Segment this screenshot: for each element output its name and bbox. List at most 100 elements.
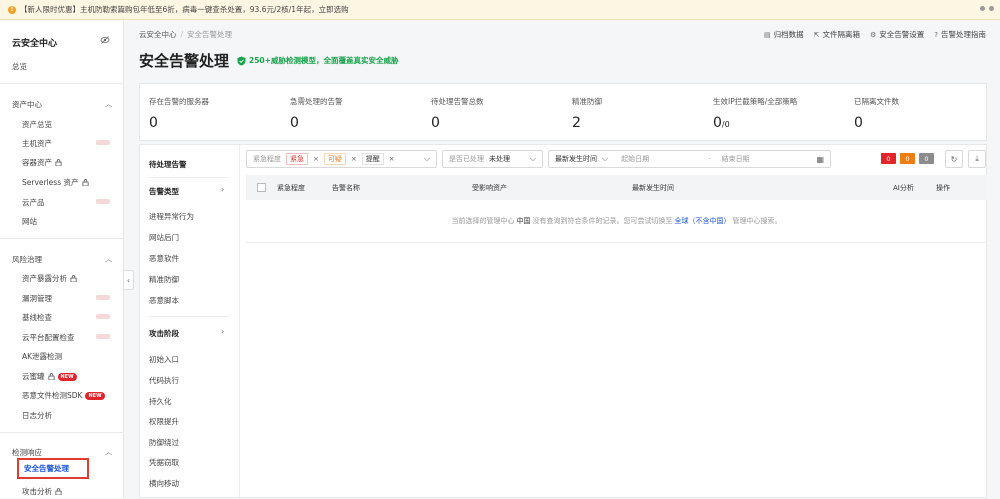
sidebar-item-asset-overview[interactable]: 资产总览 (22, 119, 52, 130)
handled-filter[interactable]: 是否已处理 未处理 ⌵ (442, 150, 543, 168)
start-date-input[interactable]: 起始日期 (621, 154, 649, 164)
dot-icon[interactable] (989, 6, 994, 11)
filter-label: 紧急程度 (253, 155, 281, 163)
sidebar-item-log-analysis[interactable]: 日志分析 (22, 410, 52, 421)
severity-filter[interactable]: 紧急程度 紧急 × 可疑 × 提醒 × ⌵ (246, 150, 437, 168)
sidebar-item-malicious-file-sdk[interactable]: 恶意文件检测SDK NEW (22, 390, 105, 401)
subnav-pending-alerts[interactable]: 待处理告警 (149, 159, 187, 170)
quarantine-box-link[interactable]: ⇱ 文件隔离箱 (814, 29, 860, 40)
column-latest-time[interactable]: 最新发生时间 (632, 183, 674, 193)
select-all-checkbox[interactable] (257, 183, 266, 192)
date-separator: - (708, 155, 711, 163)
stat-precise-defense[interactable]: 精准防御 2 (563, 84, 704, 140)
alert-settings-link[interactable]: ⚙ 安全告警设置 (870, 29, 924, 40)
sidebar-item-baseline-check[interactable]: 基线检查 (22, 312, 52, 323)
column-alert-name[interactable]: 告警名称 (332, 183, 360, 193)
group-label: 资产中心 (12, 100, 42, 109)
lock-icon (55, 488, 62, 495)
close-icon[interactable]: × (351, 155, 357, 163)
sidebar-group-risk-governance[interactable]: 风险治理 ︿ (12, 254, 112, 265)
sidebar-item-alert-handling[interactable]: 安全告警处理 (17, 458, 89, 479)
sidebar-item-attack-analysis[interactable]: 攻击分析 (22, 486, 62, 497)
blurred-badge (96, 314, 110, 319)
subnav-item[interactable]: 精准防御 (149, 274, 179, 285)
lock-icon (55, 159, 62, 166)
refresh-button[interactable]: ↻ (945, 150, 963, 168)
promo-banner[interactable]: ! 【新人限时优惠】主机防勒索篇购包年低至6折，病毒一键查杀处置，93.6元/2… (0, 0, 1000, 20)
tag-suspicious[interactable]: 可疑 (323, 153, 346, 165)
column-severity[interactable]: 紧急程度 (277, 183, 305, 193)
stat-urgent-alerts[interactable]: 急需处理的告警 0 (281, 84, 422, 140)
chevron-right-icon[interactable]: › (221, 185, 224, 194)
subnav-item[interactable]: 恶意脚本 (149, 295, 179, 306)
sidebar-item-container-assets[interactable]: 容器资产 (22, 157, 62, 168)
page-tagline: 250+威胁检测模型，全面覆盖真实安全威胁 (237, 55, 398, 66)
sidebar-group-asset-center[interactable]: 资产中心 ︿ (12, 99, 112, 110)
item-label: 资产暴露分析 (22, 274, 67, 283)
new-badge: NEW (57, 372, 77, 381)
tag-hint[interactable]: 提醒 (361, 153, 384, 165)
sidebar-item-serverless-assets[interactable]: Serverless 资产 (22, 177, 89, 188)
stat-value: 0 (149, 115, 158, 131)
urgent-count-badge[interactable]: 0 (881, 153, 896, 164)
link-label: 安全告警设置 (879, 30, 925, 39)
link-label: 文件隔离箱 (822, 30, 861, 39)
stat-servers-with-alerts[interactable]: 存在告警的服务器 0 (140, 84, 281, 140)
banner-window-controls[interactable] (980, 6, 994, 11)
download-button[interactable]: ⤓ (968, 150, 986, 168)
subnav-attack-stage-header[interactable]: 攻击阶段 (149, 328, 179, 339)
sidebar-item-cloud-products[interactable]: 云产品 (22, 197, 45, 208)
subnav-item[interactable]: 权限提升 (149, 416, 179, 427)
chevron-right-icon[interactable]: › (221, 327, 224, 336)
sidebar-item-honeypot[interactable]: 云蜜罐 NEW (22, 371, 77, 382)
end-date-input[interactable]: 结束日期 (722, 154, 750, 164)
breadcrumb-root[interactable]: 云安全中心 (139, 30, 177, 39)
stat-ip-block-policies[interactable]: 生效IP拦截策略/全部策略 0/0 (704, 84, 845, 140)
sidebar-item-ak-leak-detection[interactable]: AK泄露检测 (22, 351, 62, 362)
item-label: 攻击分析 (22, 487, 52, 496)
stat-label: 已隔离文件数 (854, 97, 899, 106)
subnav-item[interactable]: 进程异常行为 (149, 211, 194, 222)
calendar-icon[interactable]: ▦ (816, 155, 824, 164)
archive-data-link[interactable]: ▤ 归档数据 (764, 29, 804, 40)
alert-guide-link[interactable]: ? 告警处理指南 (934, 29, 986, 40)
breadcrumb-separator: / (180, 30, 184, 39)
subnav-alert-type-header[interactable]: 告警类型 (149, 186, 179, 197)
close-icon[interactable]: × (313, 155, 319, 163)
new-badge: NEW (85, 391, 105, 400)
stat-quarantined-files[interactable]: 已隔离文件数 0 (845, 84, 986, 140)
close-icon[interactable]: × (389, 155, 395, 163)
subnav-item[interactable]: 网站后门 (149, 232, 179, 243)
column-ai-analysis[interactable]: AI分析 (893, 183, 914, 193)
sidebar-item-websites[interactable]: 网站 (22, 216, 37, 227)
chevron-down-icon: ⌵ (529, 154, 536, 163)
tag-urgent[interactable]: 紧急 (286, 153, 308, 165)
sidebar-item-vulnerability-management[interactable]: 漏洞管理 (22, 293, 52, 304)
stat-value-suffix: /0 (721, 120, 730, 129)
stat-pending-alerts[interactable]: 待处理告警总数 0 (422, 84, 563, 140)
time-filter[interactable]: 最新发生时间 ⌵ 起始日期 - 结束日期 ▦ (548, 150, 831, 168)
item-label: 容器资产 (22, 158, 52, 167)
switch-region-link[interactable]: 全球（不含中国） (675, 216, 731, 226)
subnav-item[interactable]: 初始入口 (149, 354, 179, 365)
subnav-item[interactable]: 横向移动 (149, 478, 179, 489)
subnav-item[interactable]: 恶意软件 (149, 253, 179, 264)
eye-off-icon[interactable] (100, 35, 110, 45)
sidebar-group-detection-response[interactable]: 检测响应 ︿ (12, 447, 112, 458)
sidebar-item-overview[interactable]: 总览 (12, 61, 27, 72)
subnav-item[interactable]: 防御绕过 (149, 437, 179, 448)
subnav-item[interactable]: 代码执行 (149, 375, 179, 386)
sidebar-item-exposure-analysis[interactable]: 资产暴露分析 (22, 273, 77, 284)
banner-text[interactable]: 【新人限时优惠】主机防勒索篇购包年低至6折，病毒一键查杀处置，93.6元/2核/… (20, 4, 349, 15)
blurred-badge (96, 295, 110, 300)
dot-icon[interactable] (980, 6, 985, 11)
subnav-item[interactable]: 持久化 (149, 396, 172, 407)
sidebar-item-host-assets[interactable]: 主机资产 (22, 138, 52, 149)
hint-count-badge[interactable]: 0 (919, 153, 934, 164)
subnav-item[interactable]: 凭据窃取 (149, 457, 179, 468)
suspicious-count-badge[interactable]: 0 (900, 153, 915, 164)
lock-icon (82, 179, 88, 186)
column-affected-assets[interactable]: 受影响资产 (472, 183, 507, 193)
collapse-sidebar-button[interactable]: ‹ (123, 270, 134, 290)
sidebar-item-cloud-config-check[interactable]: 云平台配置检查 (22, 332, 75, 343)
